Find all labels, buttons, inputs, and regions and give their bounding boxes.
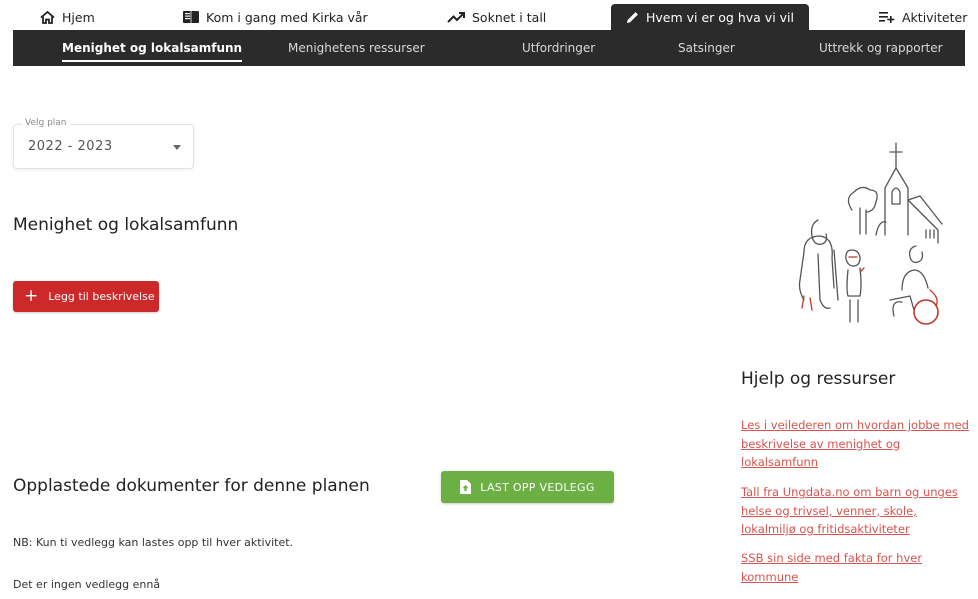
subtab-label: Menighetens ressurser — [288, 41, 425, 55]
tab-label: Hvem vi er og hva vi vil — [646, 9, 794, 25]
help-title: Hjelp og ressurser — [741, 369, 896, 389]
tab-label: Kom i gang med Kirka vår — [206, 9, 368, 25]
church-people-illustration — [798, 142, 943, 325]
tab-label: Aktiviteter — [902, 9, 968, 25]
attachment-limit-note: NB: Kun ti vedlegg kan lastes opp til hv… — [13, 536, 294, 549]
tab-label: Soknet i tall — [472, 9, 547, 25]
tab-hvem-vi-er[interactable]: Hvem vi er og hva vi vil — [611, 4, 809, 30]
add-description-button[interactable]: + Legg til beskrivelse — [13, 281, 159, 312]
tab-label: Hjem — [62, 9, 95, 25]
caret-down-icon — [173, 145, 181, 150]
plan-select[interactable]: Velg plan 2022 - 2023 — [13, 118, 194, 169]
top-navigation: Hjem Kom i gang med Kirka vår Soknet i t… — [0, 0, 978, 30]
subtab-label: Satsinger — [678, 41, 735, 55]
add-description-label: Legg til beskrivelse — [48, 290, 155, 303]
upload-attachment-label: LAST OPP VEDLEGG — [480, 480, 595, 494]
tab-kom-i-gang[interactable]: Kom i gang med Kirka vår — [183, 4, 368, 30]
plan-select-value: 2022 - 2023 — [28, 139, 113, 154]
home-icon — [40, 10, 55, 24]
sub-navigation: Menighet og lokalsamfunn Menighetens res… — [13, 30, 965, 66]
subtab-menighet-og-lokalsamfunn[interactable]: Menighet og lokalsamfunn — [62, 30, 243, 66]
upload-attachment-button[interactable]: LAST OPP VEDLEGG — [441, 471, 614, 503]
help-link-ssb[interactable]: SSB sin side med fakta for hver kommune — [741, 549, 973, 586]
trending-up-icon — [447, 11, 465, 23]
no-attachments-text: Det er ingen vedlegg ennå — [13, 578, 161, 591]
tab-soknet-i-tall[interactable]: Soknet i tall — [447, 4, 546, 30]
playlist-add-icon — [879, 11, 895, 23]
documents-title: Opplastede dokumenter for denne planen — [13, 476, 370, 496]
subtab-uttrekk-og-rapporter[interactable]: Uttrekk og rapporter — [819, 30, 943, 66]
help-link-veileder[interactable]: Les i veilederen om hvordan jobbe med be… — [741, 416, 973, 472]
subtab-menighetens-ressurser[interactable]: Menighetens ressurser — [288, 30, 425, 66]
plan-select-label: Velg plan — [22, 118, 70, 128]
subtab-label: Menighet og lokalsamfunn — [62, 41, 243, 55]
tab-aktiviteter[interactable]: Aktiviteter — [879, 4, 967, 30]
file-upload-icon — [460, 480, 472, 494]
book-icon — [183, 11, 199, 23]
subtab-label: Uttrekk og rapporter — [819, 41, 943, 55]
tab-hjem[interactable]: Hjem — [40, 4, 95, 30]
subtab-utfordringer[interactable]: Utfordringer — [522, 30, 595, 66]
pencil-icon — [626, 11, 639, 24]
plus-icon: + — [24, 286, 39, 306]
section-title: Menighet og lokalsamfunn — [13, 215, 239, 235]
subtab-label: Utfordringer — [522, 41, 596, 55]
help-link-ungdata[interactable]: Tall fra Ungdata.no om barn og unges hel… — [741, 483, 973, 539]
subtab-satsinger[interactable]: Satsinger — [678, 30, 735, 66]
